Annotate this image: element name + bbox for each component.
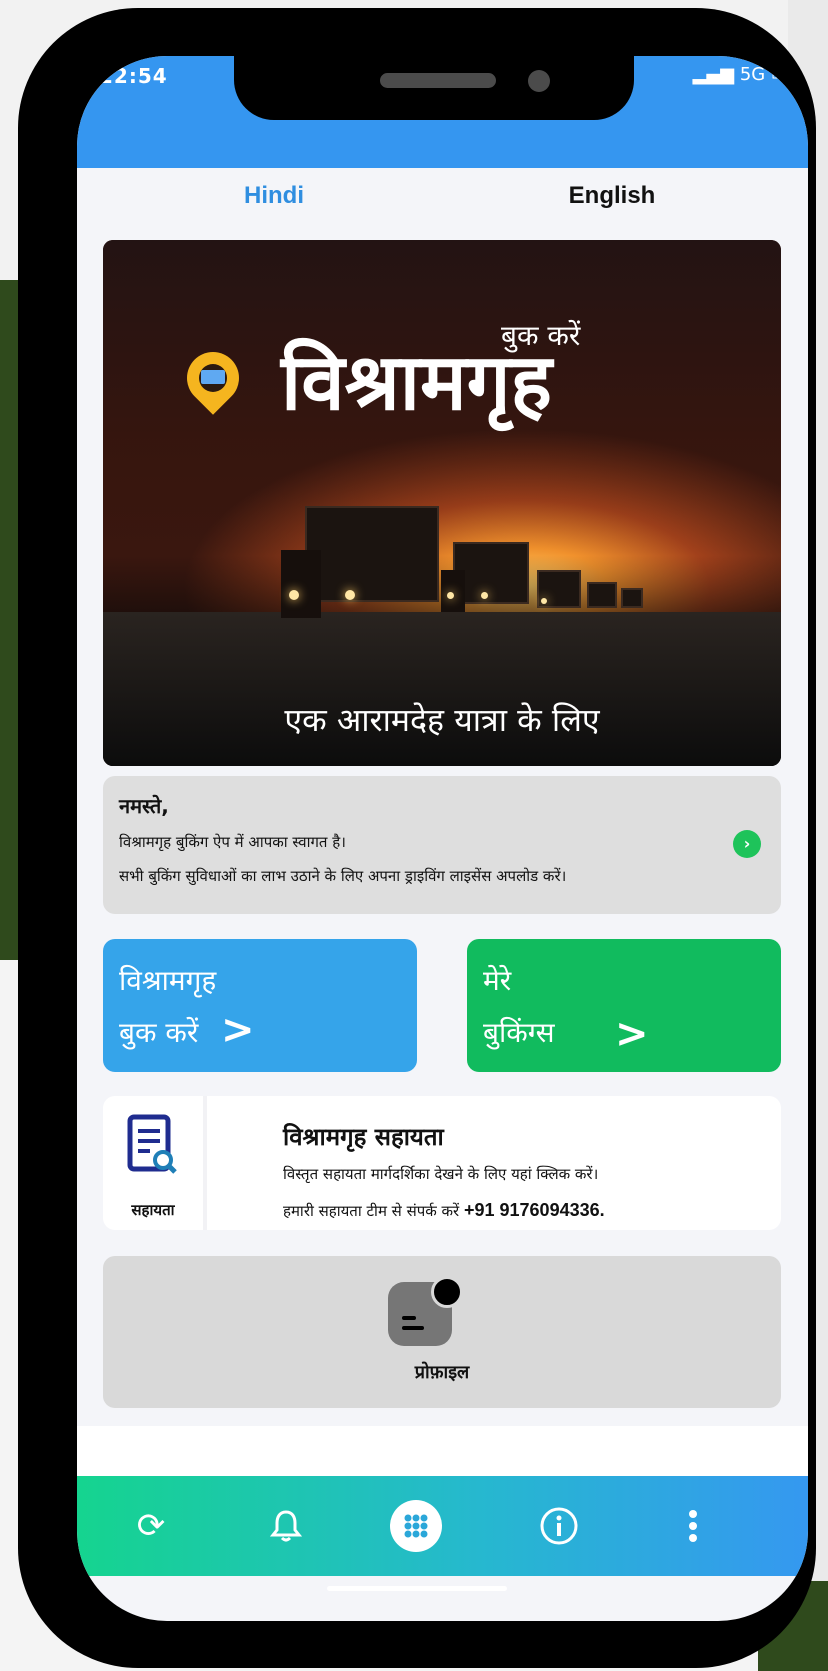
truck-1-light-left: [289, 590, 299, 600]
refresh-icon[interactable]: ⟳: [125, 1500, 177, 1552]
chevron-right-icon: >: [221, 1007, 255, 1053]
notification-dot-icon: [431, 1276, 463, 1308]
chevron-right-icon[interactable]: ›: [733, 830, 761, 858]
help-guide-link[interactable]: विस्तृत सहायता मार्गदर्शिका देखने के लिए…: [283, 1164, 598, 1184]
profile-button[interactable]: प्रोफ़ाइल: [103, 1256, 781, 1408]
welcome-line-1: विश्रामगृह बुकिंग ऐप में आपका स्वागत है।: [119, 833, 346, 851]
truck-3-light: [541, 598, 547, 604]
profile-icon-line-long: [402, 1326, 424, 1330]
truck-4: [587, 582, 617, 608]
banner-road: [103, 612, 781, 766]
content-bottom-spacer: [77, 1426, 808, 1478]
bottom-navigation-bar: ⟳: [77, 1476, 808, 1576]
grid-menu-icon[interactable]: [390, 1500, 442, 1552]
bell-icon[interactable]: [260, 1500, 312, 1552]
profile-label: प्रोफ़ाइल: [414, 1362, 470, 1383]
hero-banner: बुक करें विश्रामगृह एक आरामदेह यात्रा के…: [103, 240, 781, 766]
truck-1-light-right: [345, 590, 355, 600]
help-divider: [203, 1096, 207, 1230]
bookings-card-line-1: मेरे: [483, 964, 512, 997]
help-phone-number[interactable]: +91 9176094336.: [464, 1200, 605, 1220]
truck-2-light-right: [481, 592, 488, 599]
my-bookings-button[interactable]: मेरे बुकिंग्स >: [467, 939, 781, 1072]
chevron-right-icon: >: [615, 1011, 649, 1057]
book-resthouse-button[interactable]: विश्रामगृह बुक करें >: [103, 939, 417, 1072]
truck-2-cab: [441, 570, 465, 612]
help-contact-text: हमारी सहायता टीम से संपर्क करें: [283, 1202, 460, 1220]
banner-title: विश्रामगृह: [281, 337, 552, 428]
app-screen: 22:54 ▂▄▆ 5G ▭ Hindi English बुक करें वि…: [77, 56, 808, 1621]
profile-icon-line-short: [402, 1316, 416, 1320]
tab-hindi[interactable]: Hindi: [105, 168, 443, 220]
truck-1: [305, 506, 439, 602]
truck-1-cab: [281, 550, 321, 618]
home-indicator[interactable]: [327, 1586, 507, 1591]
language-tabs: Hindi English: [105, 168, 781, 220]
tab-english[interactable]: English: [443, 168, 781, 220]
welcome-title: नमस्ते,: [119, 794, 169, 818]
help-title: विश्रामगृह सहायता: [283, 1123, 444, 1151]
help-document-icon: [127, 1114, 177, 1174]
book-card-line-2: बुक करें: [119, 1016, 199, 1049]
welcome-line-2: सभी बुकिंग सुविधाओं का लाभ उठाने के लिए …: [119, 867, 567, 885]
bed-icon: [201, 370, 225, 384]
welcome-card[interactable]: नमस्ते, विश्रामगृह बुकिंग ऐप में आपका स्…: [103, 776, 781, 914]
status-time: 22:54: [99, 64, 168, 88]
help-contact-line: हमारी सहायता टीम से संपर्क करें +91 9176…: [283, 1200, 605, 1221]
phone-camera: [528, 70, 550, 92]
more-vertical-icon[interactable]: [667, 1500, 719, 1552]
book-card-line-1: विश्रामगृह: [119, 964, 217, 997]
truck-2-light-left: [447, 592, 454, 599]
phone-frame: 22:54 ▂▄▆ 5G ▭ Hindi English बुक करें वि…: [18, 8, 816, 1668]
status-icons: ▂▄▆ 5G ▭: [692, 64, 788, 85]
help-caption: सहायता: [131, 1201, 175, 1219]
phone-speaker: [380, 73, 496, 88]
help-card[interactable]: सहायता विश्रामगृह सहायता विस्तृत सहायता …: [103, 1096, 781, 1230]
info-icon[interactable]: [533, 1500, 585, 1552]
bookings-card-line-2: बुकिंग्स: [483, 1016, 555, 1049]
truck-5: [621, 588, 643, 608]
banner-subtitle: एक आरामदेह यात्रा के लिए: [284, 701, 600, 739]
